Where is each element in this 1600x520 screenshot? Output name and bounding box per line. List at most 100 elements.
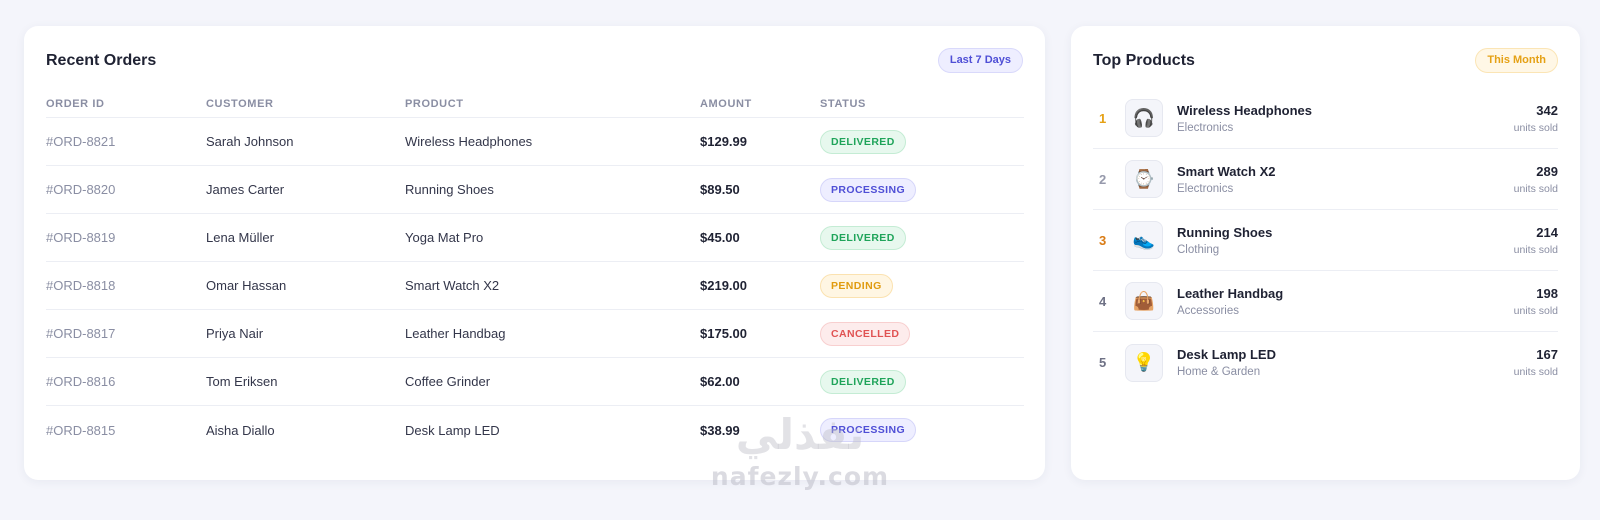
table-row[interactable]: #ORD-8817 Priya Nair Leather Handbag $175.0… — [46, 310, 1024, 358]
customer-name: Priya Nair — [206, 326, 264, 341]
product-rank: 1 — [1099, 110, 1107, 126]
customer-name: Sarah Johnson — [206, 134, 294, 149]
product-rank: 5 — [1099, 355, 1107, 370]
units-sold-label: units sold — [1513, 304, 1558, 317]
product-name: Running Shoes — [1177, 224, 1273, 240]
product-category: Electronics — [1177, 182, 1234, 195]
table-row[interactable]: #ORD-8815 Aisha Diallo Desk Lamp LED $38.99… — [46, 406, 1024, 454]
units-sold-label: units sold — [1513, 243, 1558, 256]
list-item[interactable]: 4 👜 Leather Handbag Accessories 198 units sol… — [1093, 271, 1558, 332]
status-badge: CANCELLED — [820, 321, 911, 346]
column-header-customer[interactable]: CUSTOMER — [206, 98, 405, 110]
column-header-amount[interactable]: AMOUNT — [700, 98, 820, 110]
status-badge: DELIVERED — [820, 369, 906, 394]
product-info: Desk Lamp LED Home & Garden — [1177, 347, 1514, 378]
order-amount: $89.50 — [700, 182, 740, 197]
table-row[interactable]: #ORD-8816 Tom Eriksen Coffee Grinder $62.00… — [46, 358, 1024, 406]
order-id: #ORD-8819 — [46, 230, 116, 245]
customer-name: Omar Hassan — [206, 278, 287, 293]
product-name: Coffee Grinder — [405, 374, 491, 389]
product-info: Running Shoes Clothing — [1177, 225, 1514, 256]
top-products-card: Top Products This Month 1 🎧 Wireless Headp… — [1071, 26, 1580, 480]
product-info: Smart Watch X2 Electronics — [1177, 164, 1514, 195]
units-sold-count: 214 — [1536, 224, 1558, 240]
product-name: Leather Handbag — [405, 326, 506, 341]
product-name: Running Shoes — [405, 182, 494, 197]
status-badge: PROCESSING — [820, 418, 917, 442]
order-amount: $175.00 — [700, 326, 747, 341]
product-sales: 198 units sold — [1514, 286, 1558, 317]
product-rank: 4 — [1099, 293, 1107, 309]
units-sold-count: 289 — [1536, 163, 1558, 179]
order-id: #ORD-8817 — [46, 326, 116, 341]
product-sales: 214 units sold — [1514, 225, 1558, 256]
product-name: Leather Handbag — [1177, 285, 1284, 301]
product-info: Wireless Headphones Electronics — [1177, 103, 1514, 134]
recent-orders-card: Recent Orders Last 7 Days ORDER ID CUSTO… — [24, 26, 1045, 480]
column-header-order-id[interactable]: ORDER ID — [46, 98, 206, 110]
status-badge: PROCESSING — [820, 177, 917, 202]
products-range-filter[interactable]: This Month — [1475, 48, 1558, 73]
status-cell: PENDING — [820, 273, 1024, 298]
customer-name: James Carter — [206, 182, 285, 197]
customer-name: Tom Eriksen — [206, 374, 278, 389]
watch-icon: ⌚ — [1125, 160, 1163, 198]
product-sales: 342 units sold — [1514, 103, 1558, 134]
product-name: Wireless Headphones — [405, 134, 533, 149]
product-name: Desk Lamp LED — [405, 422, 500, 438]
product-name: Wireless Headphones — [1177, 102, 1312, 118]
status-cell: CANCELLED — [820, 321, 1024, 346]
order-id: #ORD-8820 — [46, 182, 116, 197]
order-amount: $219.00 — [700, 278, 747, 293]
handbag-icon: 👜 — [1125, 282, 1163, 320]
product-sales: 289 units sold — [1514, 164, 1558, 195]
customer-name: Lena Müller — [206, 230, 274, 245]
table-row[interactable]: #ORD-8819 Lena Müller Yoga Mat Pro $45.00 DE… — [46, 214, 1024, 262]
status-cell: DELIVERED — [820, 129, 1024, 154]
orders-range-filter[interactable]: Last 7 Days — [937, 48, 1023, 73]
product-category: Home & Garden — [1177, 366, 1261, 378]
order-id: #ORD-8815 — [46, 422, 116, 438]
status-badge: DELIVERED — [820, 225, 906, 250]
list-item[interactable]: 2 ⌚ Smart Watch X2 Electronics 289 units sold — [1093, 149, 1558, 210]
product-category: Accessories — [1177, 304, 1239, 317]
units-sold-label: units sold — [1513, 182, 1558, 195]
status-cell: DELIVERED — [820, 225, 1024, 250]
order-amount: $129.99 — [700, 134, 747, 149]
recent-orders-title: Recent Orders — [46, 52, 157, 69]
orders-table: ORDER ID CUSTOMER PRODUCT AMOUNT STATUS … — [46, 90, 1024, 454]
top-products-list: 1 🎧 Wireless Headphones Electronics 342 units… — [1093, 88, 1558, 393]
status-badge: DELIVERED — [820, 129, 906, 154]
table-row[interactable]: #ORD-8818 Omar Hassan Smart Watch X2 $219.0… — [46, 262, 1024, 310]
order-amount: $38.99 — [700, 422, 740, 438]
column-header-status[interactable]: STATUS — [820, 98, 1024, 110]
status-badge: PENDING — [820, 273, 893, 298]
order-amount: $62.00 — [700, 374, 740, 389]
product-info: Leather Handbag Accessories — [1177, 286, 1514, 317]
product-category: Clothing — [1177, 243, 1220, 256]
status-cell: PROCESSING — [820, 418, 1024, 442]
top-products-title: Top Products — [1093, 52, 1195, 69]
status-cell: PROCESSING — [820, 177, 1024, 202]
list-item[interactable]: 1 🎧 Wireless Headphones Electronics 342 units… — [1093, 88, 1558, 149]
product-sales: 167 units sold — [1514, 347, 1558, 378]
table-row[interactable]: #ORD-8821 Sarah Johnson Wireless Headphone… — [46, 118, 1024, 166]
product-name: Yoga Mat Pro — [405, 230, 484, 245]
units-sold-label: units sold — [1513, 121, 1558, 134]
shoe-icon: 👟 — [1125, 221, 1163, 259]
product-rank: 2 — [1099, 171, 1107, 187]
list-item[interactable]: 3 👟 Running Shoes Clothing 214 units sold — [1093, 210, 1558, 271]
order-amount: $45.00 — [700, 230, 740, 245]
units-sold-count: 198 — [1536, 285, 1558, 301]
lightbulb-icon: 💡 — [1125, 343, 1163, 382]
product-name: Smart Watch X2 — [405, 278, 500, 293]
product-name: Desk Lamp LED — [1177, 347, 1276, 362]
headphones-icon: 🎧 — [1125, 99, 1163, 137]
product-name: Smart Watch X2 — [1177, 163, 1276, 179]
customer-name: Aisha Diallo — [206, 422, 275, 438]
table-row[interactable]: #ORD-8820 James Carter Running Shoes $89.50… — [46, 166, 1024, 214]
list-item[interactable]: 5 💡 Desk Lamp LED Home & Garden 167 units sol… — [1093, 332, 1558, 393]
column-header-product[interactable]: PRODUCT — [405, 98, 700, 110]
product-category: Electronics — [1177, 121, 1234, 134]
units-sold-count: 342 — [1536, 102, 1558, 118]
